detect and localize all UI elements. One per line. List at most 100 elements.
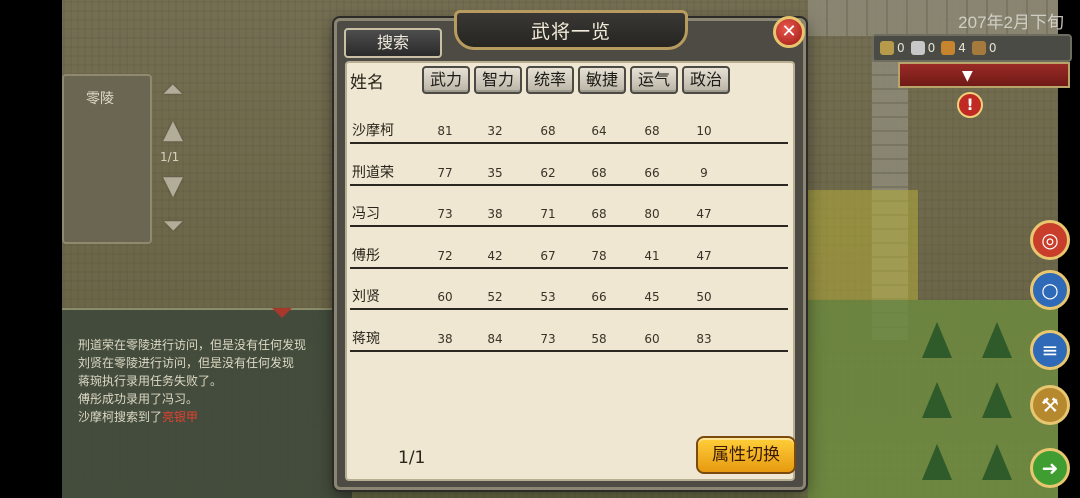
general-name: 刘贤	[352, 289, 380, 305]
stat-value: 66	[644, 165, 660, 180]
stat-value: 67	[540, 248, 556, 263]
log-line: 蒋琬执行录用任务失败了。	[78, 372, 348, 390]
stat-value: 73	[540, 331, 556, 346]
resource-value: 0	[988, 41, 997, 55]
stat-value: 42	[487, 248, 503, 263]
tree-icon	[922, 382, 952, 418]
stat-value: 60	[644, 331, 660, 346]
sort-force-button[interactable]: 武力	[422, 66, 470, 94]
stat-value: 83	[696, 331, 712, 346]
stat-value: 38	[487, 207, 503, 221]
stat-value: 52	[487, 290, 503, 304]
resource-item: 0	[971, 41, 997, 55]
stat-value: 35	[487, 165, 503, 180]
stat-value: 72	[437, 248, 453, 263]
page-last-arrow-icon[interactable]: ⏷	[154, 206, 192, 246]
dialog-title: 武将一览	[530, 20, 611, 43]
log-text: 蒋琬执行录用任务失败了。	[78, 374, 223, 388]
resource-bar: 0 0 4 0	[872, 34, 1072, 62]
target-button[interactable]: ◎	[1030, 220, 1070, 260]
search-button[interactable]: 搜索	[344, 28, 442, 58]
sort-intellect-button[interactable]: 智力	[474, 66, 522, 94]
dialog-page-indicator: 1/1	[398, 448, 426, 468]
stat-value: 62	[540, 165, 556, 180]
resource-item: 0	[880, 41, 905, 55]
stat-value: 73	[437, 207, 453, 221]
alert-icon[interactable]: !	[957, 92, 983, 118]
tree-icon	[922, 322, 952, 358]
stat-value: 78	[591, 248, 607, 263]
stat-value: 58	[591, 331, 607, 346]
sort-command-button[interactable]: 统率	[526, 66, 574, 94]
stat-value: 45	[644, 290, 660, 304]
general-row[interactable]: 傅彤 72 42 67 78 41 47	[350, 245, 788, 269]
sort-politics-button[interactable]: 政治	[682, 66, 730, 94]
tree-icon	[982, 322, 1012, 358]
general-name: 冯习	[352, 206, 380, 222]
screen-edge-left	[0, 0, 62, 498]
stat-value: 38	[437, 331, 453, 346]
resource-value: 4	[958, 41, 966, 55]
general-row[interactable]: 沙摩柯 81 32 68 64 68 10	[350, 120, 788, 144]
stat-value: 81	[437, 124, 453, 138]
page-down-arrow-icon[interactable]: ▼	[154, 166, 192, 206]
general-row[interactable]: 冯习 73 38 71 68 80 47	[350, 203, 788, 227]
stat-value: 32	[487, 124, 503, 138]
log-text: 刘贤在零陵进行访问，但是没有任何发现	[78, 356, 295, 370]
tree-icon	[982, 382, 1012, 418]
log-collapse-icon[interactable]	[272, 308, 292, 318]
scroll-icon	[971, 41, 986, 55]
stat-value: 84	[487, 331, 503, 346]
stat-value: 10	[696, 124, 712, 138]
territory-zone	[808, 190, 918, 300]
stat-value: 68	[540, 124, 556, 138]
log-line: 傅彤成功录用了冯习。	[78, 390, 348, 408]
next-turn-button[interactable]: ➜	[1030, 448, 1070, 488]
tree-icon	[982, 444, 1012, 480]
general-name: 刑道荣	[352, 164, 394, 181]
log-line: 刑道荣在零陵进行访问，但是没有任何发现	[78, 336, 348, 354]
soldier-icon	[910, 41, 925, 55]
stat-value: 47	[696, 248, 712, 263]
build-button[interactable]: ⚒	[1030, 385, 1070, 425]
stat-value: 41	[644, 248, 660, 263]
resource-item: 0	[910, 41, 936, 55]
general-name: 傅彤	[352, 247, 380, 264]
general-row[interactable]: 蒋琬 38 84 73 58 60 83	[350, 328, 788, 352]
resource-value: 0	[927, 41, 936, 55]
general-name: 蒋琬	[352, 330, 380, 347]
page-first-arrow-icon[interactable]: ⏶	[154, 70, 192, 110]
game-date: 207年2月下旬	[958, 13, 1064, 32]
close-icon[interactable]: ✕	[773, 16, 805, 48]
city-page-indicator: 1/1	[160, 150, 180, 164]
stat-value: 64	[591, 124, 607, 138]
general-row[interactable]: 刑道荣 77 35 62 68 66 9	[350, 162, 788, 186]
stat-value: 50	[696, 290, 712, 304]
stat-value: 9	[700, 165, 708, 180]
tree-icon	[922, 444, 952, 480]
sort-luck-button[interactable]: 运气	[630, 66, 678, 94]
resource-value: 0	[897, 41, 905, 55]
stat-value: 68	[591, 207, 607, 221]
sort-agility-button[interactable]: 敏捷	[578, 66, 626, 94]
log-text: 刑道荣在零陵进行访问，但是没有任何发现	[78, 338, 307, 352]
stat-value: 68	[644, 124, 660, 138]
attribute-switch-button[interactable]: 属性切换	[696, 436, 796, 474]
general-row[interactable]: 刘贤 60 52 53 66 45 50	[350, 286, 788, 310]
chevron-down-icon[interactable]: ▼	[962, 68, 973, 84]
page-up-arrow-icon[interactable]: ▲	[154, 110, 192, 150]
stat-value: 80	[644, 207, 660, 221]
search-map-button[interactable]: ○	[1030, 270, 1070, 310]
menu-button[interactable]: ≡	[1030, 330, 1070, 370]
stat-value: 53	[540, 290, 556, 304]
flag-icon	[880, 41, 894, 55]
stat-value: 60	[437, 290, 453, 304]
city-name[interactable]: 零陵	[86, 88, 114, 108]
stat-value: 71	[540, 207, 556, 221]
log-text: 傅彤成功录用了冯习。	[78, 392, 199, 406]
status-bar[interactable]	[898, 62, 1070, 88]
general-name: 沙摩柯	[352, 123, 394, 139]
stat-value: 77	[437, 165, 453, 180]
resource-item: 4	[941, 41, 966, 55]
log-line: 刘贤在零陵进行访问，但是没有任何发现	[78, 354, 348, 372]
